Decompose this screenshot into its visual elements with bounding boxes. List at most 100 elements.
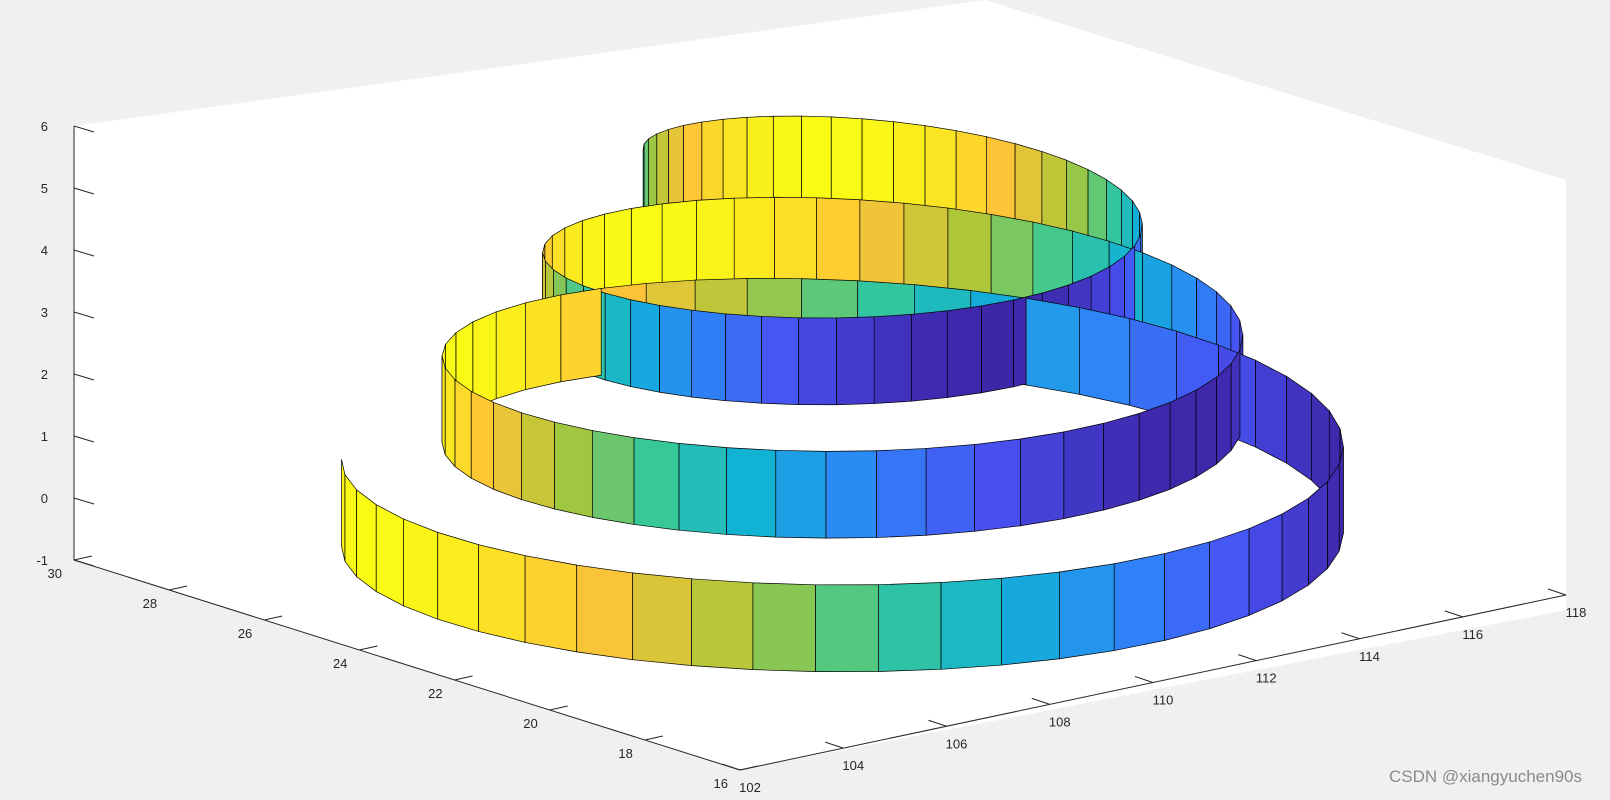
surface-patch: [1020, 431, 1065, 527]
surface-patch: [726, 447, 777, 538]
surface-patch: [801, 115, 832, 205]
surface-patch: [444, 366, 456, 468]
surface-patch: [604, 292, 632, 387]
surface-patch: [861, 118, 894, 209]
surface-patch: [773, 196, 817, 285]
surface-patch: [403, 518, 439, 620]
surface-patch: [560, 288, 602, 383]
surface-patch: [478, 544, 526, 643]
surface-patch: [910, 310, 948, 402]
surface-patch: [1327, 463, 1340, 570]
surface-patch: [947, 207, 992, 302]
x-tick-label: 118: [1566, 605, 1587, 620]
x-tick-label: 112: [1256, 671, 1277, 686]
surface-patch: [725, 313, 762, 404]
surface-patch: [632, 572, 692, 667]
surface-patch: [1001, 571, 1060, 666]
surface-patch: [493, 401, 522, 501]
surface-patch: [746, 115, 774, 205]
surface-patch: [981, 299, 1014, 394]
surface-patch: [678, 442, 727, 535]
surface-patch: [733, 196, 775, 286]
surface-patch: [1138, 401, 1171, 501]
z-tick-label: 2: [41, 367, 48, 382]
surface-patch: [815, 584, 879, 672]
surface-patch: [495, 302, 526, 400]
z-tick-label: 3: [41, 305, 48, 320]
surface-patch: [437, 531, 479, 632]
x-tick-label: 104: [842, 758, 864, 773]
y-tick-label: 20: [523, 716, 537, 731]
surface-patch: [825, 450, 877, 539]
surface-patch: [873, 314, 912, 404]
surface-patch: [1230, 348, 1241, 452]
surface-patch: [1063, 422, 1104, 520]
surface-patch: [1195, 376, 1217, 478]
surface-patch: [1059, 563, 1115, 660]
surface-patch: [1103, 413, 1140, 511]
x-tick-label: 102: [739, 780, 761, 795]
surface-patch: [441, 355, 446, 455]
surface-patch: [691, 578, 754, 671]
surface-patch: [554, 421, 593, 518]
y-tick-label: 18: [618, 746, 632, 761]
x-tick-label: 106: [946, 736, 968, 751]
z-tick-label: 0: [41, 491, 48, 506]
surface-patch: [955, 130, 987, 224]
surface-patch: [893, 121, 926, 213]
surface-patch: [924, 125, 957, 218]
surface-patch: [1307, 480, 1328, 586]
surface-patch: [630, 203, 663, 296]
surface-patch: [798, 317, 837, 406]
surface-patch: [630, 299, 660, 393]
surface-patch: [591, 430, 635, 525]
figure-window: 102 104 106 108 110 112 114 116 118 16 18 20 22 24 26…: [0, 0, 1610, 795]
y-tick-label: 30: [48, 566, 62, 581]
x-tick-label: 116: [1462, 627, 1483, 642]
z-tick-label: -1: [36, 553, 48, 568]
surface-patch: [1216, 362, 1232, 465]
y-tick-label: 26: [238, 626, 252, 641]
surface-patch: [691, 309, 726, 402]
surface-patch: [633, 437, 680, 531]
x-tick-label: 114: [1359, 649, 1380, 664]
surface-patch: [356, 489, 377, 593]
z-tick-label: 6: [41, 119, 48, 134]
surface-patch: [878, 582, 942, 672]
surface-patch: [683, 121, 703, 213]
surface-patch: [925, 444, 975, 536]
surface-patch: [974, 438, 1021, 532]
surface-patch: [524, 555, 578, 653]
x-tick-label: 110: [1153, 693, 1174, 708]
surface-patch: [1025, 297, 1080, 395]
surface-patch: [1079, 307, 1131, 406]
surface-patch: [1113, 553, 1165, 651]
surface-patch: [752, 582, 816, 672]
y-tick-label: 24: [333, 656, 347, 671]
surface-patch: [1281, 497, 1309, 602]
surface-patch: [661, 199, 697, 292]
surface-patch: [521, 412, 555, 510]
x-tick-label: 108: [1049, 714, 1071, 729]
surface-patch: [772, 115, 802, 204]
watermark-text: CSDN @xiangyuchen90s: [1388, 767, 1582, 786]
y-tick-label: 16: [714, 776, 728, 791]
surface-patch: [525, 294, 562, 391]
surface-patch: [470, 390, 494, 490]
surface-patch: [903, 202, 949, 296]
surface-patch: [1164, 541, 1210, 641]
surface-patch: [836, 316, 875, 406]
surface-patch: [701, 118, 724, 210]
surface-patch: [946, 305, 982, 398]
surface-patch: [1286, 375, 1312, 481]
surface-patch: [341, 459, 346, 562]
surface-patch: [830, 116, 863, 206]
surface-patch: [1209, 528, 1250, 630]
surface-patch: [576, 564, 633, 661]
z-tick-label: 1: [41, 429, 48, 444]
z-tick-label: 4: [41, 243, 48, 258]
y-tick-label: 28: [143, 596, 157, 611]
axes-3d[interactable]: 102104106108110112114116118 161820222426…: [0, 0, 1610, 795]
surface-patch: [1169, 389, 1197, 490]
surface-patch: [775, 449, 827, 539]
